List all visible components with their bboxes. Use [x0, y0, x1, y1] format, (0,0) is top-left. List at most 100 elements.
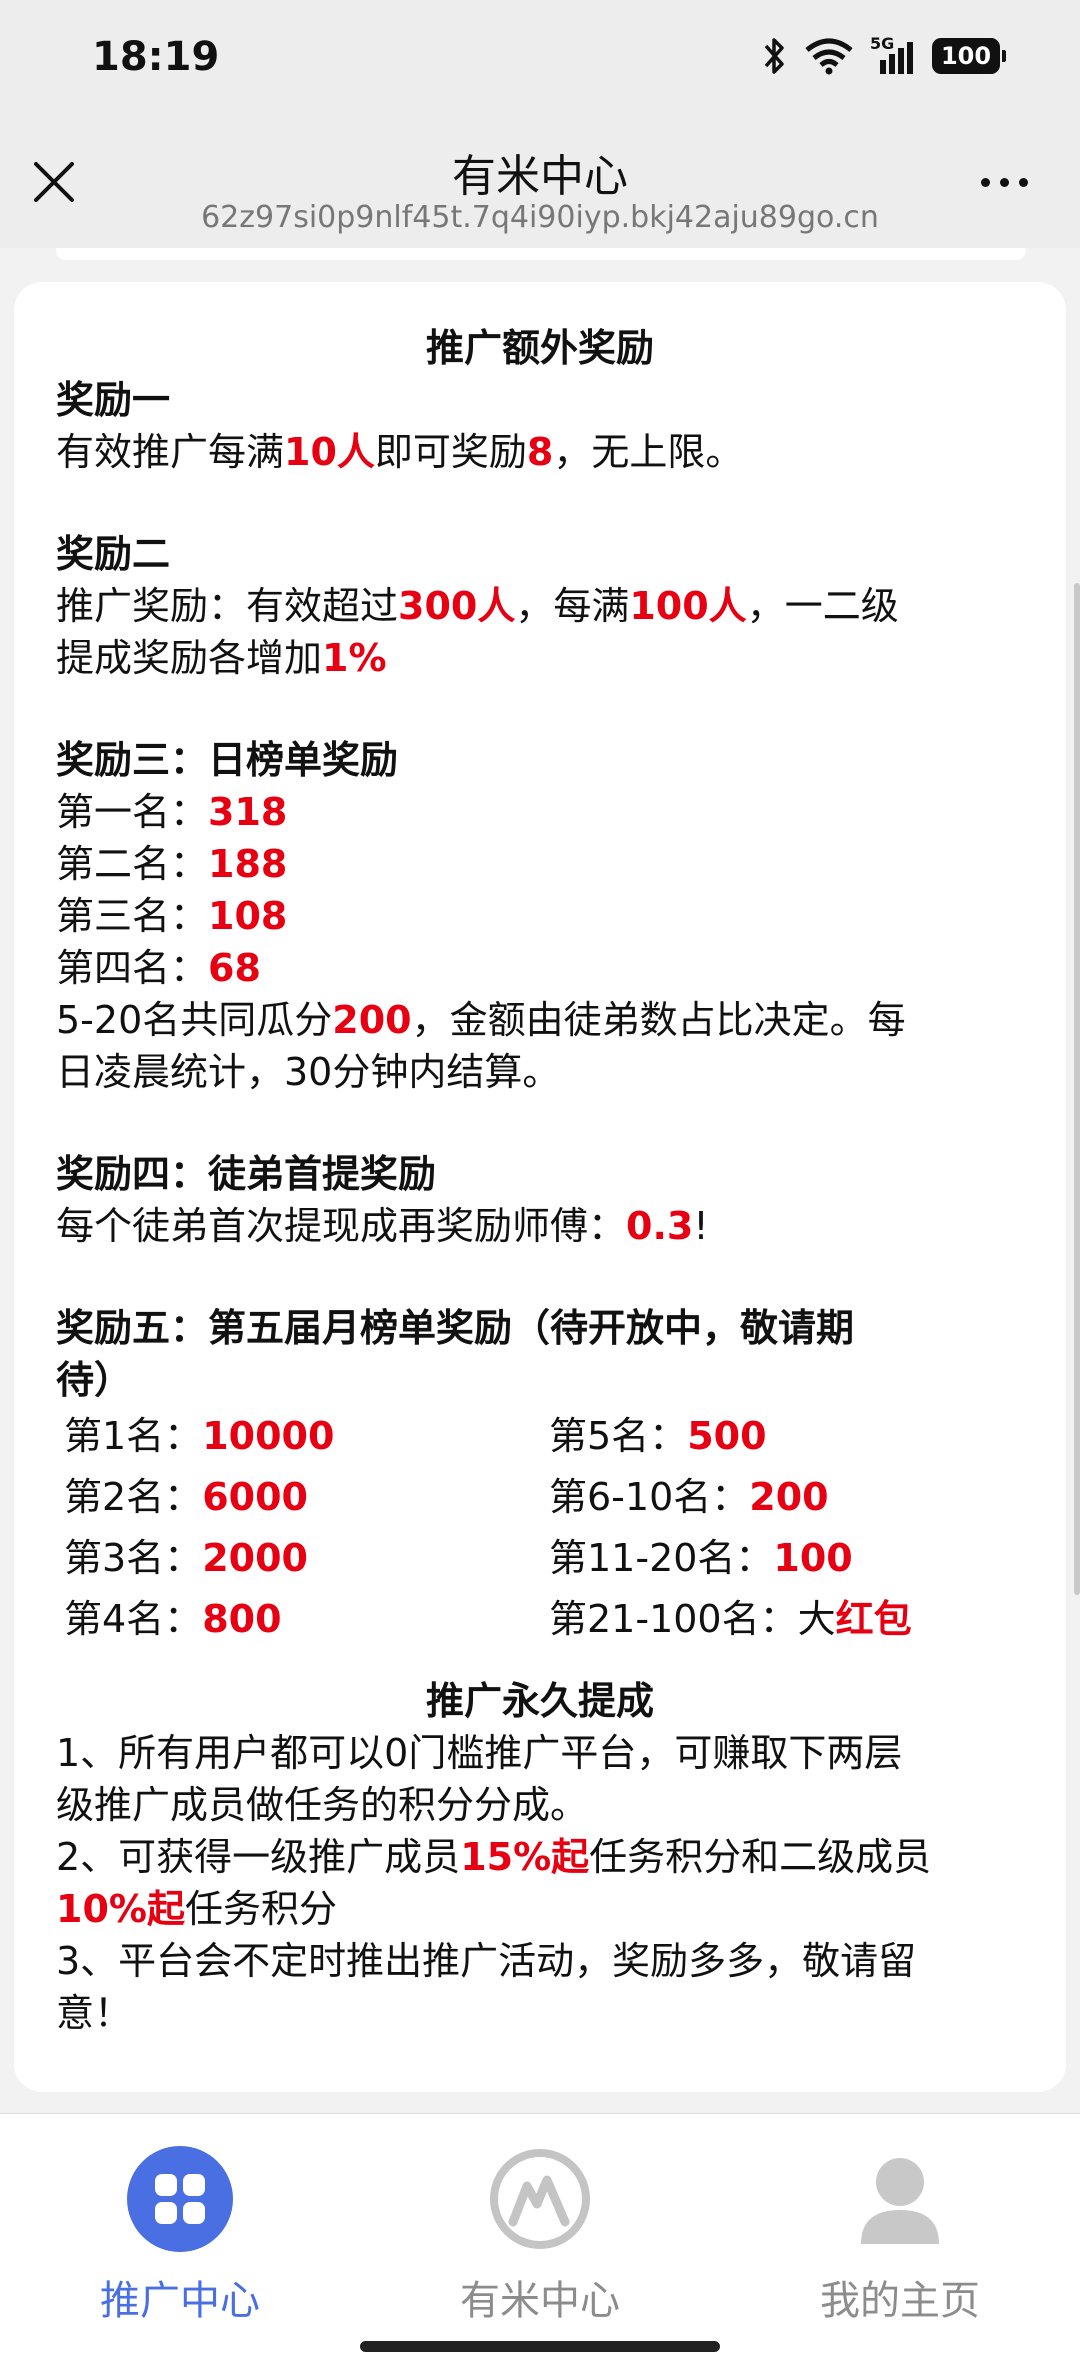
- text-fragment: !: [693, 1204, 709, 1248]
- scrollbar[interactable]: [1074, 583, 1080, 1595]
- reward5-heading-line1: 奖励五：第五届月榜单奖励（待开放中，敬请期: [56, 1306, 855, 1350]
- text-fragment: 5-20名共同瓜分: [56, 998, 333, 1042]
- more-options-icon[interactable]: [981, 178, 1028, 187]
- user-icon: [845, 2144, 955, 2254]
- rank-label: 第3名：: [64, 1536, 203, 1580]
- permanent-commission-title: 推广永久提成: [425, 1679, 654, 1723]
- highlight-value: 300人: [398, 584, 516, 628]
- nav-bar: 有米中心 62z97si0p9nlf45t.7q4i90iyp.bkj42aju…: [0, 118, 1080, 248]
- highlight-value: 0.3: [626, 1204, 694, 1248]
- monthly-rank-item: 第21-100名：大红包: [549, 1593, 1034, 1645]
- rank-label: 第1名：: [64, 1414, 203, 1458]
- rank-value: 318: [208, 790, 288, 834]
- bottom-tab-bar: 推广中心 有米中心 我的主页: [0, 2113, 1080, 2374]
- rank-value: 188: [208, 842, 288, 886]
- monthly-rank-item: 第1名：10000: [64, 1410, 549, 1462]
- tab-my-home[interactable]: 我的主页: [780, 2144, 1020, 2326]
- monthly-rank-item: 第4名：800: [64, 1593, 549, 1645]
- home-indicator[interactable]: [360, 2341, 720, 2352]
- highlight-value: 100人: [629, 584, 747, 628]
- highlight-value: 1%: [322, 636, 387, 680]
- perm-item-1-line2: 级推广成员做任务的积分分成。: [56, 1783, 589, 1827]
- text-fragment: ，金额由徒弟数占比决定。每: [411, 998, 906, 1042]
- perm-item-1-line1: 1、所有用户都可以0门槛推广平台，可赚取下两层: [56, 1731, 903, 1775]
- bluetooth-icon: [764, 38, 784, 74]
- status-bar: 18:19 5G 100: [0, 0, 1080, 118]
- reward2-text-line2: 提成奖励各增加1%: [56, 632, 1024, 684]
- status-time: 18:19: [92, 34, 220, 80]
- rank-value: 100: [773, 1536, 853, 1580]
- monthly-rank-item: 第2名：6000: [64, 1471, 549, 1523]
- reward3-heading: 奖励三：日榜单奖励: [56, 738, 399, 782]
- tab-youmi-center[interactable]: 有米中心: [420, 2144, 660, 2326]
- perm-item-2-line2: 10%起任务积分: [56, 1883, 1024, 1935]
- perm-item-2-line1: 2、可获得一级推广成员15%起任务积分和二级成员: [56, 1831, 1024, 1883]
- page-url: 62z97si0p9nlf45t.7q4i90iyp.bkj42aju89go.…: [201, 200, 879, 235]
- daily-share-line2: 日凌晨统计，30分钟内结算。: [56, 1050, 561, 1094]
- daily-rank-2: 第二名：188: [56, 838, 1024, 890]
- tab-label: 有米中心: [460, 2278, 620, 2324]
- battery-icon: 100: [932, 38, 1006, 74]
- rank-label: 第4名：: [64, 1597, 203, 1641]
- reward1-heading: 奖励一: [56, 378, 171, 422]
- rank-prefix: 大: [797, 1597, 836, 1641]
- monthly-rank-grid: 第1名：10000 第5名：500 第2名：6000 第6-10名：200 第3…: [56, 1410, 1024, 1645]
- daily-rank-3: 第三名：108: [56, 890, 1024, 942]
- rank-label: 第2名：: [64, 1475, 203, 1519]
- mountain-logo-icon: [485, 2144, 595, 2254]
- tab-promotion-center[interactable]: 推广中心: [60, 2144, 300, 2326]
- highlight-value: 200: [332, 998, 412, 1042]
- reward2-heading: 奖励二: [56, 532, 171, 576]
- reward1-text: 有效推广每满10人即可奖励8，无上限。: [56, 426, 1024, 478]
- text-fragment: 2、可获得一级推广成员: [56, 1835, 461, 1879]
- highlight-value: 15%起: [460, 1835, 590, 1879]
- text-fragment: 提成奖励各增加: [56, 636, 323, 680]
- grid-icon: [125, 2144, 235, 2254]
- text-fragment: 任务积分和二级成员: [589, 1835, 932, 1879]
- rank-label: 第11-20名：: [549, 1536, 774, 1580]
- rank-label: 第一名：: [56, 790, 209, 834]
- text-fragment: 任务积分: [184, 1887, 337, 1931]
- rank-value: 108: [208, 894, 288, 938]
- daily-rank-4: 第四名：68: [56, 942, 1024, 994]
- highlight-value: 10%起: [56, 1887, 185, 1931]
- perm-item-3-line2: 意！: [56, 1991, 133, 2035]
- extra-reward-title: 推广额外奖励: [425, 326, 654, 370]
- network-type: 5G: [870, 34, 895, 53]
- rank-value: 68: [208, 946, 261, 990]
- text-fragment: ，一二级: [746, 584, 899, 628]
- reward-card: 推广额外奖励 奖励一 有效推广每满10人即可奖励8，无上限。 奖励二 推广奖励：…: [14, 282, 1066, 2092]
- monthly-rank-item: 第11-20名：100: [549, 1532, 1034, 1584]
- rank-value: 10000: [202, 1414, 335, 1458]
- text-fragment: 即可奖励: [374, 430, 527, 474]
- content-area[interactable]: 推广额外奖励 奖励一 有效推广每满10人即可奖励8，无上限。 奖励二 推广奖励：…: [0, 248, 1080, 2113]
- reward2-text-line1: 推广奖励：有效超过300人，每满100人，一二级: [56, 580, 1024, 632]
- previous-card-edge: [56, 248, 1026, 260]
- text-fragment: ，每满: [515, 584, 630, 628]
- tab-label: 我的主页: [820, 2278, 980, 2324]
- monthly-rank-item: 第6-10名：200: [549, 1471, 1034, 1523]
- text-fragment: 有效推广每满: [56, 430, 285, 474]
- wifi-icon: [805, 38, 853, 75]
- text-fragment: 每个徒弟首次提现成再奖励师傅：: [56, 1204, 627, 1248]
- page-title: 有米中心: [452, 151, 628, 202]
- daily-rank-1: 第一名：318: [56, 786, 1024, 838]
- daily-share-line1: 5-20名共同瓜分200，金额由徒弟数占比决定。每: [56, 994, 1024, 1046]
- highlight-value: 10人: [284, 430, 375, 474]
- rank-label: 第四名：: [56, 946, 209, 990]
- rank-value: 红包: [835, 1597, 912, 1641]
- rank-label: 第21-100名：: [549, 1597, 798, 1641]
- text-fragment: 推广奖励：有效超过: [56, 584, 399, 628]
- monthly-rank-item: 第3名：2000: [64, 1532, 549, 1584]
- reward5-heading-line2: 待）: [56, 1358, 133, 1402]
- cellular-signal-icon: 5G: [870, 34, 916, 76]
- monthly-rank-item: 第5名：500: [549, 1410, 1034, 1462]
- text-fragment: ，无上限。: [553, 430, 744, 474]
- reward4-text: 每个徒弟首次提现成再奖励师傅：0.3!: [56, 1200, 1024, 1252]
- perm-item-3-line1: 3、平台会不定时推出推广活动，奖励多多，敬请留: [56, 1939, 917, 1983]
- rank-value: 6000: [202, 1475, 308, 1519]
- rank-value: 200: [749, 1475, 829, 1519]
- rank-label: 第5名：: [549, 1414, 688, 1458]
- rank-label: 第二名：: [56, 842, 209, 886]
- tab-label: 推广中心: [100, 2278, 260, 2324]
